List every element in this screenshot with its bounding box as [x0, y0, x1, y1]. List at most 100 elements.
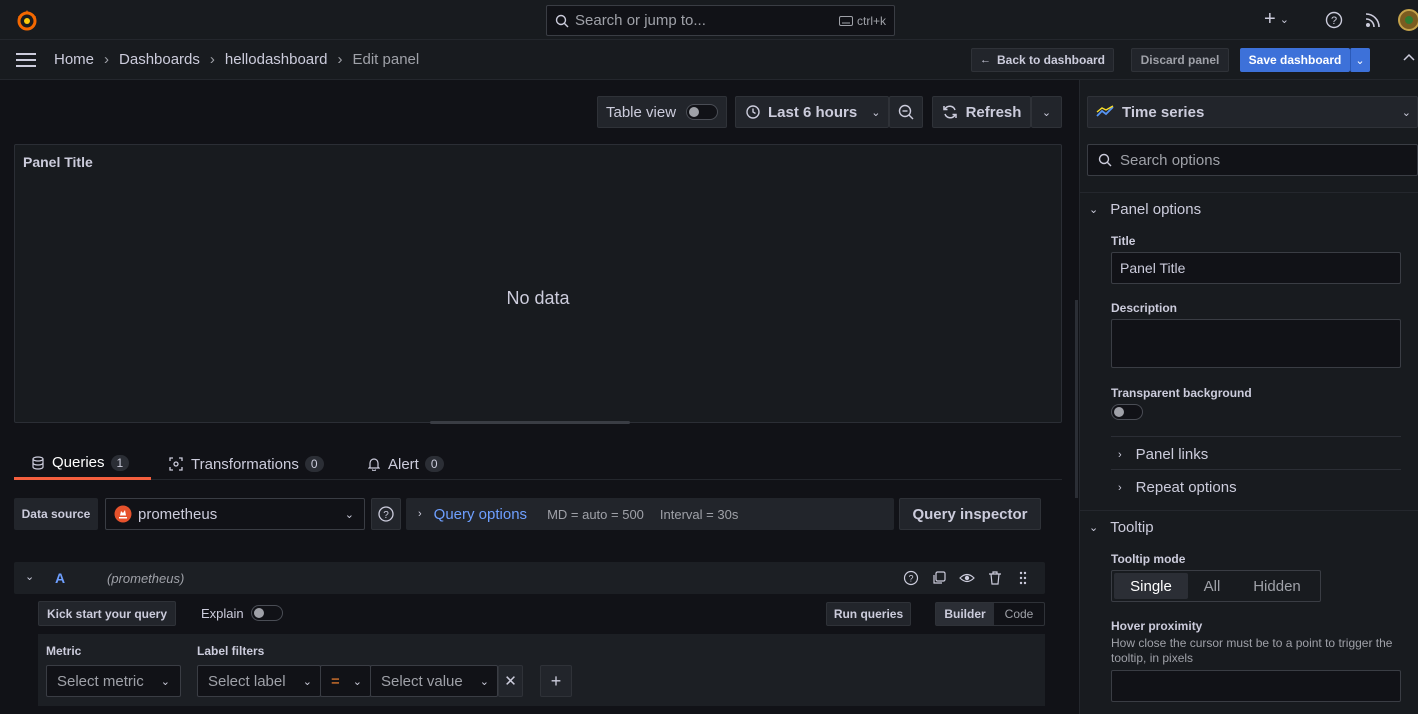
panel-resize-handle[interactable]: [430, 421, 630, 424]
help-icon[interactable]: ?: [1325, 11, 1343, 29]
eye-icon[interactable]: [959, 570, 975, 586]
drag-handle-icon[interactable]: [1015, 570, 1031, 586]
arrow-left-icon: ←: [979, 54, 991, 66]
search-options-placeholder: Search options: [1120, 151, 1221, 169]
panel-options-header[interactable]: ⌄ Panel options: [1089, 201, 1201, 218]
breadcrumb-dashboards[interactable]: Dashboards: [119, 51, 200, 68]
tooltip-label: Tooltip: [1110, 519, 1154, 536]
save-dashboard-button[interactable]: Save dashboard: [1240, 48, 1350, 72]
table-view-switch[interactable]: [686, 104, 719, 120]
chevron-right-icon: ›: [1118, 448, 1122, 461]
add-filter-button[interactable]: +: [540, 665, 572, 697]
panel-links-label: Panel links: [1135, 446, 1209, 463]
remove-filter-button[interactable]: ✕: [498, 665, 523, 697]
back-to-dashboard-button[interactable]: ← Back to dashboard: [971, 48, 1114, 72]
search-icon: [555, 14, 569, 28]
user-avatar[interactable]: [1398, 9, 1418, 31]
code-mode-button[interactable]: Code: [994, 603, 1044, 625]
options-divider: [1111, 436, 1401, 437]
query-source-name: (prometheus): [107, 571, 185, 586]
chevron-right-icon: ›: [1118, 481, 1122, 494]
visualization-picker[interactable]: Time series ⌄: [1087, 96, 1418, 128]
tooltip-mode-single-label: Single: [1130, 577, 1172, 595]
options-divider: [1079, 510, 1418, 511]
search-bar[interactable]: Search or jump to... ctrl+k: [546, 5, 895, 36]
refresh-button[interactable]: Refresh: [932, 96, 1031, 128]
refresh-label: Refresh: [965, 103, 1022, 121]
data-source-help-button[interactable]: ?: [371, 498, 401, 530]
discard-panel-button[interactable]: Discard panel: [1131, 48, 1229, 72]
save-options-button[interactable]: ⌄: [1350, 48, 1370, 72]
data-source-picker[interactable]: prometheus ⌄: [105, 498, 365, 530]
add-new-button[interactable]: + ⌄: [1264, 8, 1289, 30]
duplicate-icon[interactable]: [931, 570, 947, 586]
zoom-out-button[interactable]: [889, 96, 923, 128]
keyboard-icon: [838, 15, 853, 26]
tab-transformations[interactable]: Transformations 0: [169, 448, 324, 480]
tab-queries[interactable]: Queries 1: [14, 448, 151, 480]
breadcrumb-hellodashboard[interactable]: hellodashboard: [225, 51, 328, 68]
menu-icon[interactable]: [16, 52, 36, 68]
database-icon: [32, 455, 44, 470]
table-view-toggle[interactable]: Table view: [597, 96, 727, 128]
grafana-logo-icon[interactable]: [15, 8, 39, 32]
value-placeholder: Select value: [381, 672, 463, 690]
query-options-label: Query options: [433, 505, 528, 523]
repeat-options-header[interactable]: › Repeat options: [1118, 479, 1237, 496]
tooltip-mode-single[interactable]: Single: [1114, 573, 1188, 599]
chevron-down-icon: ⌄: [479, 675, 489, 688]
time-range-picker[interactable]: Last 6 hours ⌄: [735, 96, 889, 128]
hover-proximity-description: How close the cursor must be to a point …: [1111, 636, 1393, 665]
tooltip-header[interactable]: ⌄ Tooltip: [1089, 519, 1154, 536]
panel-title: Panel Title: [23, 154, 93, 170]
breadcrumb-home[interactable]: Home: [54, 51, 94, 68]
description-textarea[interactable]: [1111, 319, 1401, 368]
title-label: Title: [1111, 234, 1136, 248]
collapse-query-icon[interactable]: ⌄: [25, 570, 34, 583]
tooltip-mode-all[interactable]: All: [1188, 578, 1236, 595]
transparent-label: Transparent background: [1111, 386, 1252, 400]
transformations-count-badge: 0: [304, 456, 324, 472]
plus-icon: +: [1264, 8, 1276, 30]
tab-alert[interactable]: Alert 0: [368, 448, 444, 480]
builder-mode-button[interactable]: Builder: [936, 603, 994, 625]
search-shortcut: ctrl+k: [856, 13, 886, 28]
label-select[interactable]: Select label ⌄: [197, 665, 321, 697]
bell-icon: [368, 457, 380, 471]
chevron-down-icon: ⌄: [1041, 106, 1052, 119]
svg-text:?: ?: [383, 510, 389, 521]
refresh-interval-button[interactable]: ⌄: [1031, 96, 1062, 128]
code-label: Code: [1004, 607, 1034, 621]
hover-proximity-input[interactable]: [1111, 670, 1401, 702]
explain-toggle[interactable]: [251, 605, 283, 621]
query-ref-id[interactable]: A: [55, 570, 65, 586]
clock-icon: [746, 105, 760, 119]
query-inspector-button[interactable]: Query inspector: [899, 498, 1041, 530]
value-select[interactable]: Select value ⌄: [370, 665, 498, 697]
tooltip-mode-hidden[interactable]: Hidden: [1236, 578, 1318, 595]
transform-icon: [169, 457, 183, 471]
query-options-bar[interactable]: › Query options MD = auto = 500 Interval…: [406, 498, 894, 530]
tooltip-mode-hidden-label: Hidden: [1253, 577, 1301, 595]
run-queries-button[interactable]: Run queries: [826, 602, 911, 626]
panel-title-input[interactable]: Panel Title: [1111, 252, 1401, 284]
label-filters-label: Label filters: [197, 644, 265, 658]
search-options-input[interactable]: Search options: [1087, 144, 1418, 176]
operator-select[interactable]: = ⌄: [320, 665, 371, 697]
data-source-label: Data source: [14, 498, 98, 530]
chevron-down-icon: ⌄: [344, 508, 354, 521]
trash-icon[interactable]: [987, 570, 1003, 586]
editor-mode-switch: Builder Code: [935, 602, 1045, 626]
transparent-toggle[interactable]: [1111, 404, 1143, 420]
operator-value: =: [331, 672, 340, 690]
collapse-topbar-icon[interactable]: [1403, 53, 1415, 61]
tab-alert-label: Alert: [388, 455, 419, 473]
panel-links-header[interactable]: › Panel links: [1118, 446, 1208, 463]
vertical-splitter[interactable]: [1075, 300, 1078, 498]
search-placeholder: Search or jump to...: [575, 12, 706, 29]
help-icon[interactable]: ?: [903, 570, 919, 586]
kick-start-button[interactable]: Kick start your query: [38, 601, 176, 626]
news-rss-icon[interactable]: [1365, 12, 1381, 28]
metric-label: Metric: [46, 644, 82, 658]
metric-select[interactable]: Select metric ⌄: [46, 665, 181, 697]
